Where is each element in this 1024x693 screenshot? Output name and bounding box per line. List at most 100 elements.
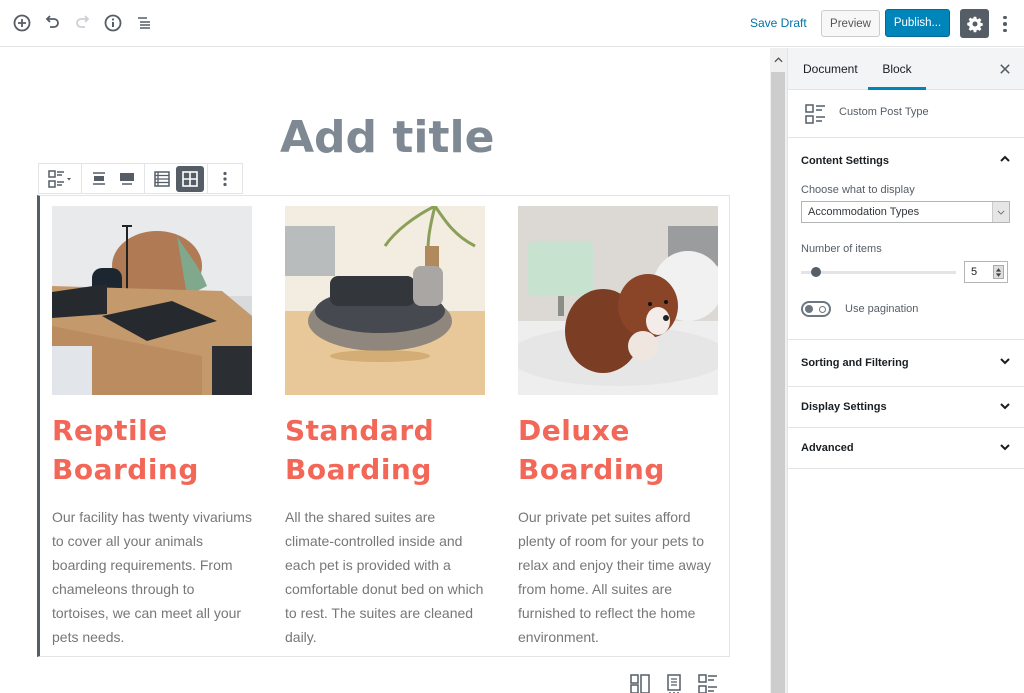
block-type-icon: [48, 169, 71, 188]
layout-switcher: [628, 672, 720, 693]
more-tools-button[interactable]: [996, 12, 1014, 36]
chevron-down-icon: [1000, 358, 1010, 365]
choose-display-label: Choose what to display: [801, 184, 915, 196]
grid-view-icon: [182, 170, 198, 187]
scroll-thumb[interactable]: [771, 72, 785, 693]
advanced-toggle[interactable]: Advanced: [788, 428, 1024, 468]
tab-block[interactable]: Block: [868, 48, 926, 90]
select-arrow: [992, 202, 1009, 222]
align-full-button[interactable]: [113, 166, 141, 192]
post-title[interactable]: Reptile Boarding: [52, 411, 252, 489]
single-layout-button[interactable]: [662, 672, 686, 693]
post-image-deluxe[interactable]: [518, 206, 718, 395]
redo-icon: [76, 15, 90, 28]
gear-icon: [966, 16, 983, 32]
content-settings-toggle[interactable]: Content Settings: [788, 138, 1024, 184]
spinner-arrows-icon: [995, 267, 1002, 277]
content-settings-panel: Content Settings Choose what to display …: [788, 138, 1024, 340]
preview-button[interactable]: Preview: [821, 10, 880, 37]
chevron-down-icon: [997, 210, 1005, 215]
dot: [1003, 15, 1007, 20]
select-value: Accommodation Types: [808, 206, 920, 218]
display-settings-panel: Display Settings: [788, 387, 1024, 428]
block-switcher-group: [39, 164, 82, 193]
post-image-standard[interactable]: [285, 206, 485, 395]
view-group: [145, 164, 208, 193]
chevron-down-icon: [1000, 403, 1010, 410]
sorting-filtering-panel: Sorting and Filtering: [788, 340, 1024, 387]
list-layout-button[interactable]: [696, 672, 720, 693]
redo-button[interactable]: [72, 12, 94, 34]
sorting-filtering-toggle[interactable]: Sorting and Filtering: [788, 340, 1024, 386]
post-title-line: Boarding: [518, 453, 665, 486]
post-excerpt: Our private pet suites afford plenty of …: [518, 509, 711, 645]
pagination-toggle[interactable]: [801, 301, 831, 317]
advanced-panel: Advanced: [788, 428, 1024, 469]
align-wide-icon: [93, 171, 105, 185]
list-view-button[interactable]: [148, 166, 176, 192]
post-card: Reptile Boarding Our facility has twenty…: [52, 206, 252, 649]
publish-button[interactable]: Publish...: [885, 9, 950, 37]
reptile-vivarium-image: [52, 206, 252, 395]
chevron-up-icon: [1000, 155, 1010, 162]
number-items-slider[interactable]: [801, 266, 956, 277]
block-switcher-button[interactable]: [42, 166, 78, 192]
number-value: 5: [971, 266, 978, 278]
display-settings-toggle[interactable]: Display Settings: [788, 387, 1024, 427]
list-view-icon: [154, 170, 170, 187]
alignment-group: [82, 164, 145, 193]
puppy-image: [518, 206, 718, 395]
block-more-options-button[interactable]: [211, 166, 239, 192]
block-toolbar: [38, 163, 243, 194]
chevron-up-icon: [774, 57, 783, 63]
post-title-line: Boarding: [52, 453, 199, 486]
post-excerpt: Our facility has twenty vivariums to cov…: [52, 509, 252, 645]
post-title[interactable]: Standard Boarding: [285, 411, 485, 489]
pet-bed-image: [285, 206, 485, 395]
more-options-icon: [223, 171, 227, 186]
custom-post-type-block[interactable]: Reptile Boarding Our facility has twenty…: [37, 195, 730, 657]
dot: [1003, 28, 1007, 33]
post-card: Deluxe Boarding Our private pet suites a…: [518, 206, 718, 649]
info-icon: [104, 14, 122, 32]
info-button[interactable]: [102, 12, 124, 34]
choose-display-select[interactable]: Accommodation Types: [801, 201, 1010, 223]
chevron-down-icon: [1000, 444, 1010, 451]
block-navigation-icon: [138, 17, 150, 29]
columns-layout-icon: [630, 674, 650, 693]
post-excerpt: All the shared suites are climate-contro…: [285, 509, 484, 645]
post-card: Standard Boarding All the shared suites …: [285, 206, 485, 649]
number-items-input[interactable]: 5: [964, 261, 1008, 283]
pagination-row: Use pagination: [801, 301, 1011, 317]
columns-layout-button[interactable]: [628, 672, 652, 693]
align-wide-button[interactable]: [85, 166, 113, 192]
add-block-button[interactable]: [11, 12, 33, 34]
toggle-off-indicator: [819, 305, 826, 313]
tab-document[interactable]: Document: [803, 48, 858, 90]
add-block-icon: [13, 14, 31, 32]
pagination-label: Use pagination: [845, 303, 919, 315]
post-title[interactable]: Deluxe Boarding: [518, 411, 718, 489]
custom-post-type-icon: [805, 104, 825, 124]
post-title-line: Boarding: [285, 453, 432, 486]
number-items-label: Number of items: [801, 243, 882, 255]
slider-thumb[interactable]: [811, 266, 821, 277]
grid-view-button[interactable]: [176, 165, 204, 192]
post-title-input[interactable]: Add title: [280, 112, 494, 163]
settings-button[interactable]: [960, 9, 989, 38]
block-navigation-button[interactable]: [133, 12, 155, 34]
save-draft-link[interactable]: Save Draft: [750, 16, 807, 30]
content-settings-body: Choose what to display Accommodation Typ…: [788, 184, 1024, 339]
post-title-line: Standard: [285, 414, 435, 447]
close-sidebar-button[interactable]: [996, 60, 1014, 78]
post-title-line: Reptile: [52, 414, 168, 447]
undo-button[interactable]: [41, 12, 63, 34]
scroll-up-button[interactable]: [770, 48, 787, 72]
sidebar-tabs: Document Block: [788, 48, 1024, 90]
post-image-reptile[interactable]: [52, 206, 252, 395]
close-icon: [1000, 64, 1010, 74]
editor-scrollbar[interactable]: [770, 48, 787, 693]
number-spinner[interactable]: [993, 265, 1004, 279]
panel-title: Advanced: [801, 442, 854, 454]
single-layout-icon: [667, 674, 681, 693]
